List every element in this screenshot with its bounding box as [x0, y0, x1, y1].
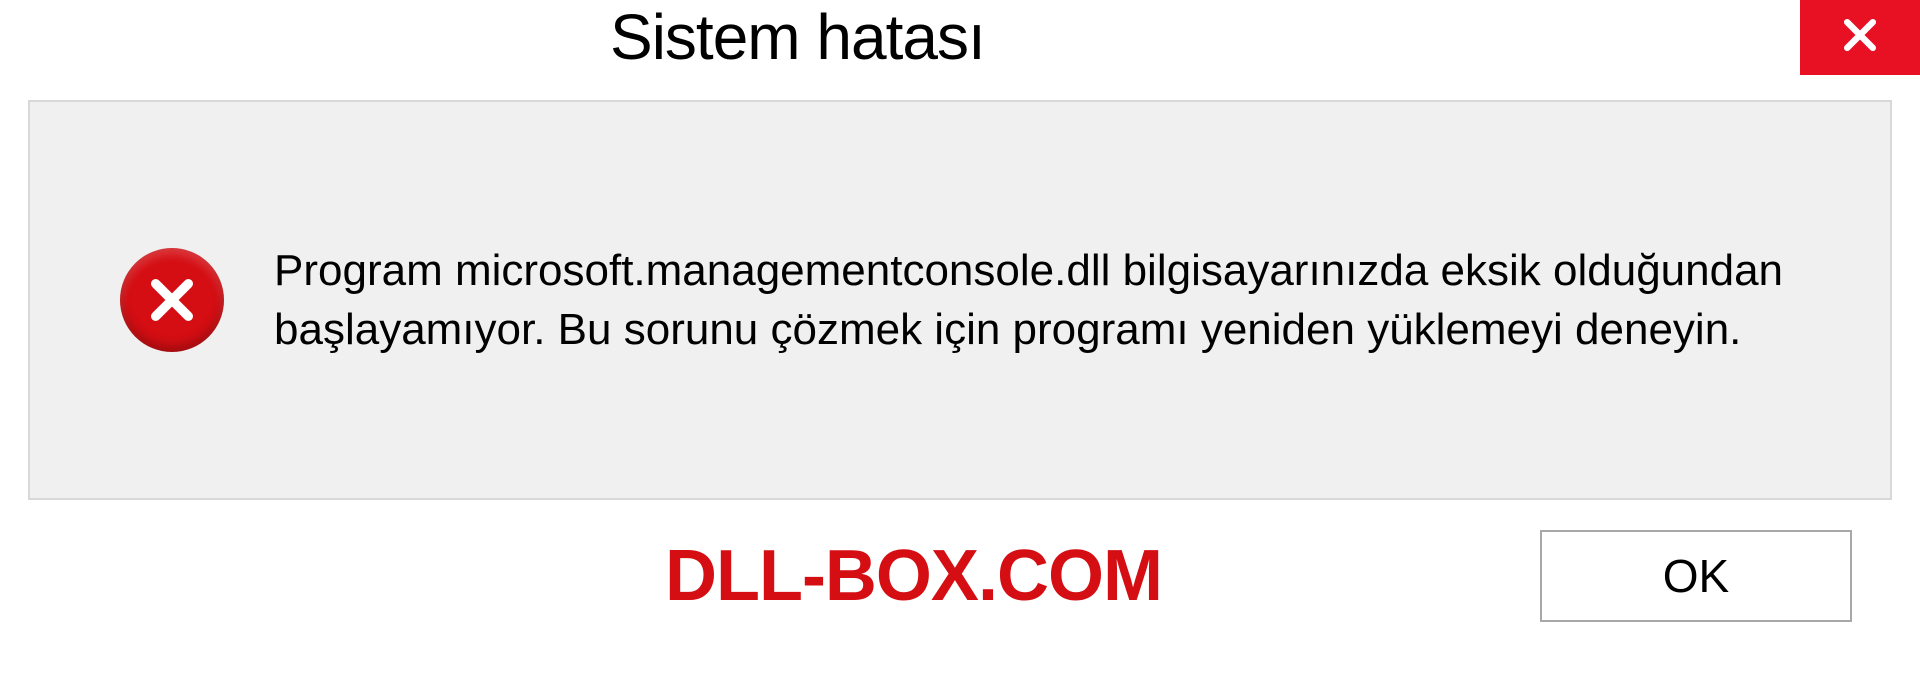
- watermark: DLL-BOX.COM: [665, 535, 1162, 617]
- error-icon-wrapper: [120, 248, 224, 352]
- close-icon: [1838, 13, 1882, 62]
- titlebar: Sistem hatası: [0, 0, 1920, 100]
- footer: DLL-BOX.COM OK: [0, 500, 1920, 622]
- content-panel: Program microsoft.managementconsole.dll …: [28, 100, 1892, 500]
- dialog-title: Sistem hatası: [610, 0, 985, 74]
- ok-button[interactable]: OK: [1540, 530, 1852, 622]
- error-message: Program microsoft.managementconsole.dll …: [274, 241, 1830, 360]
- close-button[interactable]: [1800, 0, 1920, 75]
- error-icon: [120, 248, 224, 352]
